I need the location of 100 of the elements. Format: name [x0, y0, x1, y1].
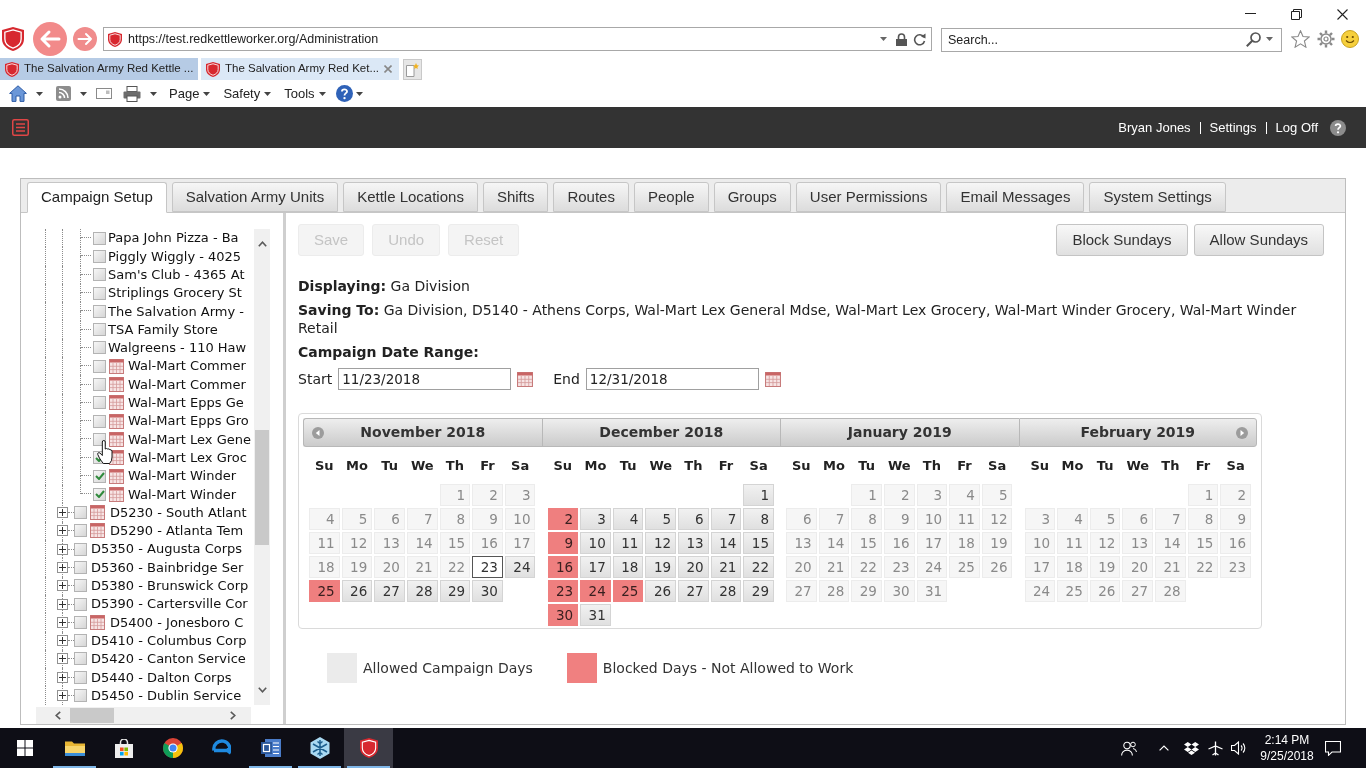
tree-item[interactable]: Walgreens - 110 Haw [108, 338, 247, 358]
day-cell[interactable]: 14 [406, 532, 438, 554]
day-cell[interactable]: 9 [472, 508, 503, 530]
day-cell[interactable]: 30 [547, 604, 579, 626]
scroll-left-icon[interactable] [55, 711, 61, 720]
day-cell[interactable]: 14 [818, 532, 850, 554]
day-cell[interactable]: 16 [547, 556, 579, 578]
tree-item[interactable]: Wal-Mart Lex Gene [128, 429, 251, 450]
day-cell[interactable]: 25 [309, 580, 340, 602]
day-cell[interactable]: 19 [1089, 556, 1121, 578]
day-cell[interactable]: 7 [406, 508, 438, 530]
day-cell[interactable]: 17 [916, 532, 948, 554]
day-cell[interactable]: 18 [309, 556, 340, 578]
day-cell[interactable]: 2 [883, 484, 915, 506]
day-cell[interactable]: 14 [1155, 532, 1186, 554]
day-cell[interactable]: 11 [949, 508, 980, 530]
tree-item[interactable]: Piggly Wiggly - 4025 [108, 246, 242, 267]
day-cell[interactable]: 9 [883, 508, 915, 530]
day-cell[interactable]: 22 [851, 556, 882, 578]
day-cell[interactable]: 23 [883, 556, 915, 578]
expand-button[interactable] [57, 671, 68, 683]
day-cell[interactable]: 12 [645, 532, 677, 554]
day-cell[interactable]: 11 [612, 532, 644, 554]
checkbox[interactable] [74, 615, 87, 629]
checkbox[interactable] [93, 359, 106, 373]
day-cell[interactable]: 24 [504, 556, 536, 578]
day-cell[interactable]: 8 [743, 508, 774, 530]
day-cell[interactable]: 12 [341, 532, 373, 554]
day-cell[interactable]: 20 [1122, 556, 1154, 578]
tab[interactable]: People [633, 182, 709, 212]
day-cell[interactable]: 10 [1024, 532, 1056, 554]
menu-button[interactable]: Safety [223, 83, 272, 104]
address-field[interactable]: https://test.redkettleworker.org/Administration [103, 27, 932, 51]
day-cell[interactable]: 9 [1220, 508, 1251, 530]
browser-tab[interactable]: The Salvation Army Red Kettle ... [0, 58, 198, 80]
day-cell[interactable]: 13 [374, 532, 405, 554]
calendar-icon[interactable] [517, 371, 534, 387]
day-cell[interactable]: 13 [1122, 532, 1154, 554]
checkbox[interactable] [93, 249, 106, 263]
caret-icon[interactable] [80, 91, 87, 96]
day-cell[interactable]: 11 [1057, 532, 1088, 554]
day-cell[interactable]: 27 [786, 580, 817, 602]
day-cell[interactable]: 28 [710, 580, 742, 602]
expand-button[interactable] [57, 525, 68, 537]
day-cell[interactable]: 26 [645, 580, 677, 602]
day-cell[interactable]: 24 [1024, 580, 1056, 602]
settings-icon[interactable] [1317, 30, 1335, 48]
tab[interactable]: Campaign Setup [27, 182, 167, 213]
day-cell[interactable]: 7 [1155, 508, 1186, 530]
clock-time[interactable]: 2:14 PM [1264, 732, 1310, 748]
day-cell[interactable]: 2 [472, 484, 503, 506]
expand-button[interactable] [57, 616, 68, 628]
expand-button[interactable] [57, 635, 68, 647]
help-icon[interactable] [1330, 119, 1346, 136]
day-cell[interactable]: 6 [374, 508, 405, 530]
day-cell[interactable]: 16 [472, 532, 503, 554]
day-cell[interactable]: 3 [916, 484, 948, 506]
day-cell[interactable]: 19 [645, 556, 677, 578]
tree-item[interactable]: Papa John Pizza - Ba [108, 229, 239, 248]
tree-item[interactable]: Wal-Mart Epps Ge [128, 393, 244, 413]
day-cell[interactable]: 20 [678, 556, 709, 578]
checkbox[interactable] [93, 414, 106, 428]
day-cell[interactable]: 25 [949, 556, 980, 578]
checkbox[interactable] [74, 524, 87, 538]
tree-item[interactable]: Striplings Grocery St [108, 283, 242, 303]
expand-button[interactable] [57, 580, 68, 592]
search-field[interactable]: Search... [941, 28, 1282, 52]
day-cell[interactable]: 22 [743, 556, 774, 578]
tree-item[interactable]: Wal-Mart Lex Groc [128, 447, 247, 468]
day-cell[interactable]: 28 [818, 580, 850, 602]
notification-icon[interactable] [1325, 740, 1341, 756]
day-cell[interactable]: 22 [1187, 556, 1219, 578]
tab[interactable]: Shifts [482, 182, 549, 212]
day-cell[interactable]: 24 [580, 580, 611, 602]
checkbox[interactable] [74, 597, 87, 611]
printer-icon[interactable] [123, 85, 141, 102]
caret-icon[interactable] [36, 91, 43, 96]
tree-item[interactable]: Sam's Club - 4365 At [108, 265, 245, 285]
day-cell[interactable]: 27 [374, 580, 405, 602]
header-link[interactable]: Settings [1209, 117, 1257, 138]
tree-item[interactable]: D5290 - Atlanta Tem [110, 521, 244, 541]
date-field[interactable]: 12/31/2018 [585, 368, 759, 390]
calendar-icon[interactable] [764, 371, 781, 387]
day-cell[interactable]: 29 [743, 580, 774, 602]
tab[interactable]: System Settings [1089, 182, 1226, 212]
day-cell[interactable]: 28 [1155, 580, 1186, 602]
day-cell[interactable]: 5 [981, 484, 1013, 506]
day-cell[interactable]: 13 [678, 532, 709, 554]
next-month-icon[interactable] [1236, 427, 1248, 439]
tree-item[interactable]: D5410 - Columbus Corp [91, 630, 247, 651]
tree-item[interactable]: D5390 - Cartersville Cor [91, 594, 248, 614]
day-cell[interactable]: 26 [1089, 580, 1121, 602]
expand-button[interactable] [57, 653, 68, 665]
day-cell[interactable]: 15 [851, 532, 882, 554]
new-tab-button[interactable] [403, 59, 422, 80]
checkbox[interactable] [93, 396, 106, 410]
checkbox[interactable] [93, 286, 106, 300]
day-cell[interactable]: 8 [851, 508, 882, 530]
home-icon[interactable] [9, 85, 27, 102]
day-cell[interactable]: 16 [1220, 532, 1251, 554]
